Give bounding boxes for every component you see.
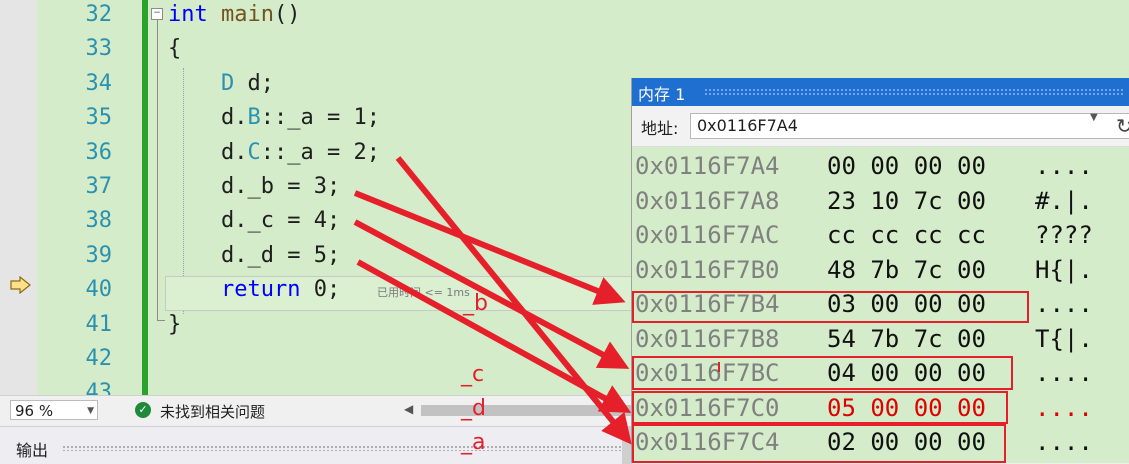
arrow-c [353,219,630,369]
annotation-arrows [353,156,720,445]
arrow-a [395,156,632,445]
